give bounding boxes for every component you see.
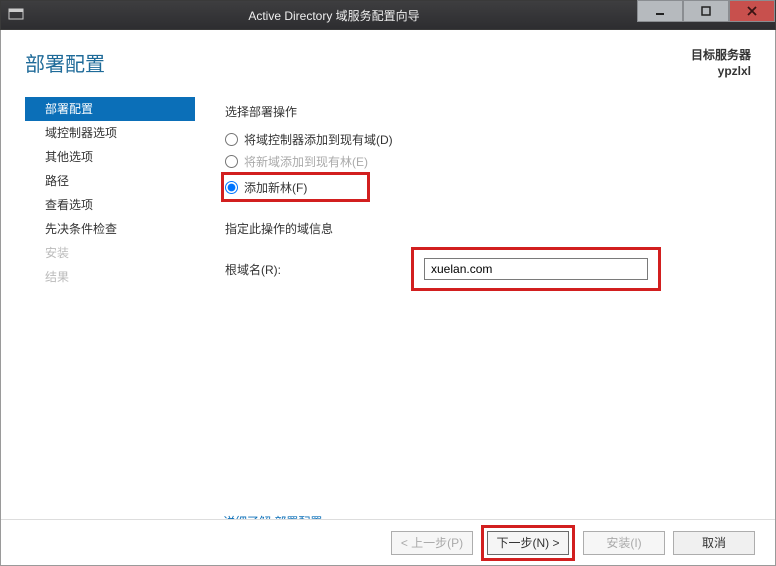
radio-add-domain-row[interactable]: 将新域添加到现有林(E) [225,150,751,172]
radio-new-forest[interactable] [225,181,238,194]
target-server-name: ypzlxl [691,64,751,80]
window-controls [637,1,775,29]
step-other-options[interactable]: 其他选项 [25,145,195,169]
root-domain-row: 根域名(R): [225,247,751,291]
titlebar: Active Directory 域服务配置向导 [0,0,776,30]
target-server-label: 目标服务器 [691,48,751,64]
minimize-button[interactable] [637,0,683,22]
highlight-root-domain [411,247,661,291]
window-title: Active Directory 域服务配置向导 [31,7,637,24]
radio-new-forest-label: 添加新林(F) [244,179,307,196]
page-title: 部署配置 [25,48,691,77]
install-button: 安装(I) [583,531,665,555]
app-icon [1,0,31,30]
target-server: 目标服务器 ypzlxl [691,48,751,79]
step-results: 结果 [25,265,195,289]
close-button[interactable] [729,0,775,22]
step-paths[interactable]: 路径 [25,169,195,193]
maximize-button[interactable] [683,0,729,22]
root-domain-label: 根域名(R): [225,261,411,278]
root-domain-input[interactable] [424,258,648,280]
domain-info-label: 指定此操作的域信息 [225,220,751,237]
highlight-next-button: 下一步(N) > [481,525,575,561]
button-bar: < 上一步(P) 下一步(N) > 安装(I) 取消 [1,519,775,565]
radio-add-dc-row[interactable]: 将域控制器添加到现有域(D) [225,128,751,150]
prev-button: < 上一步(P) [391,531,473,555]
step-review[interactable]: 查看选项 [25,193,195,217]
main-panel: 选择部署操作 将域控制器添加到现有域(D) 将新域添加到现有林(E) 添加新林(… [195,87,751,291]
radio-add-dc[interactable] [225,133,238,146]
step-install: 安装 [25,241,195,265]
window-body: 部署配置 目标服务器 ypzlxl 部署配置 域控制器选项 其他选项 路径 查看… [0,30,776,566]
radio-new-forest-row[interactable]: 添加新林(F) [225,176,307,198]
header: 部署配置 目标服务器 ypzlxl [1,30,775,87]
select-operation-label: 选择部署操作 [225,103,751,120]
step-prereq[interactable]: 先决条件检查 [25,217,195,241]
content: 部署配置 域控制器选项 其他选项 路径 查看选项 先决条件检查 安装 结果 选择… [1,87,775,291]
wizard-steps: 部署配置 域控制器选项 其他选项 路径 查看选项 先决条件检查 安装 结果 [25,87,195,291]
step-deploy-config[interactable]: 部署配置 [25,97,195,121]
cancel-button[interactable]: 取消 [673,531,755,555]
radio-add-dc-label: 将域控制器添加到现有域(D) [244,131,393,148]
radio-add-domain-label: 将新域添加到现有林(E) [244,153,368,170]
next-button[interactable]: 下一步(N) > [487,531,569,555]
step-dc-options[interactable]: 域控制器选项 [25,121,195,145]
highlight-new-forest: 添加新林(F) [221,172,370,202]
radio-add-domain[interactable] [225,155,238,168]
